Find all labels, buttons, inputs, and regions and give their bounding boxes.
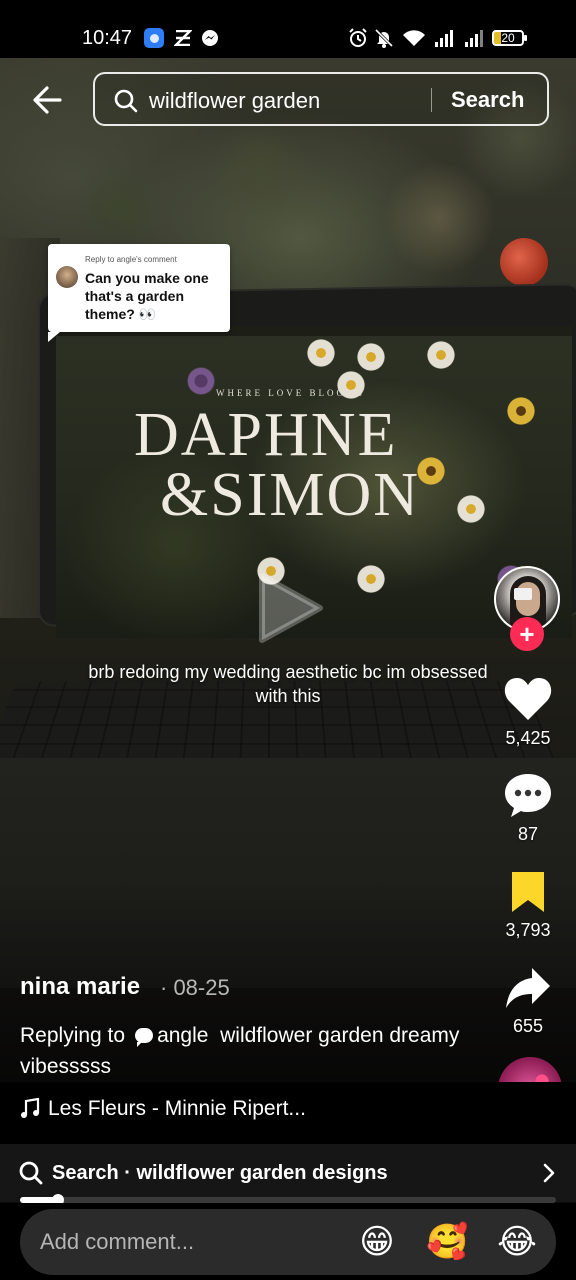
share-count: 655 [512, 1016, 544, 1036]
music-note-icon [20, 1097, 40, 1125]
x-app-icon [172, 28, 194, 48]
related-search-text[interactable]: Search · wildflower garden designs [52, 1161, 388, 1185]
video-caption-overlay: brb redoing my wedding aesthetic bc im o… [88, 662, 488, 706]
reply-meta: Reply to angle's comment [85, 255, 177, 264]
music-title[interactable]: Les Fleurs - Minnie Ripert... [48, 1096, 306, 1122]
background-red-object [500, 238, 548, 286]
status-time: 10:47 [82, 27, 133, 49]
search-icon [113, 88, 139, 114]
avatar-camera [514, 588, 532, 600]
replying-prefix: Replying to [20, 1024, 126, 1047]
reply-comment-sticker[interactable]: Reply to angle's comment Can you make on… [48, 244, 230, 342]
search-bar[interactable]: wildflower garden Search [93, 72, 549, 126]
heart-icon [504, 678, 552, 720]
screen-title-line2: &SIMON [160, 461, 421, 529]
search-query[interactable]: wildflower garden [149, 88, 320, 114]
reply-avatar [56, 266, 78, 288]
battery-indicator: 20 [492, 30, 527, 46]
alarm-icon [348, 28, 368, 48]
like-button[interactable]: 5,425 [498, 676, 558, 748]
related-search-bar[interactable]: Search · wildflower garden designs [0, 1144, 576, 1202]
comment-input[interactable]: Add comment... 😁 🥰 😂 [20, 1209, 556, 1275]
music-row[interactable]: Les Fleurs - Minnie Ripert... [0, 1082, 576, 1144]
post-description: Replying to angle wildflower garden dream… [20, 1020, 490, 1082]
yellow-flower-decoration [416, 456, 446, 486]
reply-text: Can you make one that's a garden theme? … [85, 270, 209, 322]
app-notification-icon [144, 28, 164, 48]
daisy-decoration [426, 340, 456, 370]
like-count: 5,425 [505, 728, 551, 748]
comment-placeholder: Add comment... [40, 1229, 195, 1254]
save-count: 3,793 [505, 920, 551, 940]
bookmark-icon [512, 872, 544, 912]
search-button[interactable]: Search [451, 87, 524, 113]
daisy-decoration [306, 338, 336, 368]
comment-button[interactable]: 87 [498, 772, 558, 844]
comment-bubble-icon [135, 1028, 154, 1047]
comment-count: 87 [517, 824, 539, 844]
wifi-icon [402, 28, 426, 48]
search-icon [18, 1160, 44, 1186]
screen-title-line1: DAPHNE [134, 401, 398, 469]
status-bar: 10:47 20 [0, 0, 576, 58]
back-arrow-icon[interactable] [30, 80, 70, 120]
play-icon[interactable] [256, 570, 326, 646]
daisy-decoration [356, 342, 386, 372]
mute-icon [374, 28, 394, 48]
follow-plus-button[interactable]: + [510, 617, 544, 651]
yellow-flower-decoration [506, 396, 536, 426]
chevron-right-icon [540, 1160, 558, 1186]
author-name[interactable]: nina marie [20, 973, 140, 1001]
post-date: · 08-25 [160, 975, 230, 1000]
emoji-laugh-button[interactable]: 😂 [496, 1221, 538, 1263]
save-button[interactable]: 3,793 [498, 870, 558, 940]
search-divider [431, 88, 432, 112]
emoji-grin-button[interactable]: 😁 [356, 1221, 398, 1263]
comment-area: Add comment... 😁 🥰 😂 [0, 1203, 576, 1280]
signal-icon [432, 28, 456, 48]
signal-icon [462, 28, 486, 48]
share-button[interactable]: 655 [498, 966, 558, 1036]
purple-flower-decoration [186, 366, 216, 396]
daisy-decoration [456, 494, 486, 524]
share-arrow-icon [506, 968, 550, 1008]
comment-bubble-icon [505, 774, 551, 817]
daisy-decoration [356, 564, 386, 594]
emoji-love-button[interactable]: 🥰 [426, 1221, 468, 1263]
reply-username[interactable]: angle [157, 1024, 208, 1047]
screen-tagline: WHERE LOVE BLOOMS [216, 388, 365, 398]
messenger-icon [200, 28, 220, 48]
